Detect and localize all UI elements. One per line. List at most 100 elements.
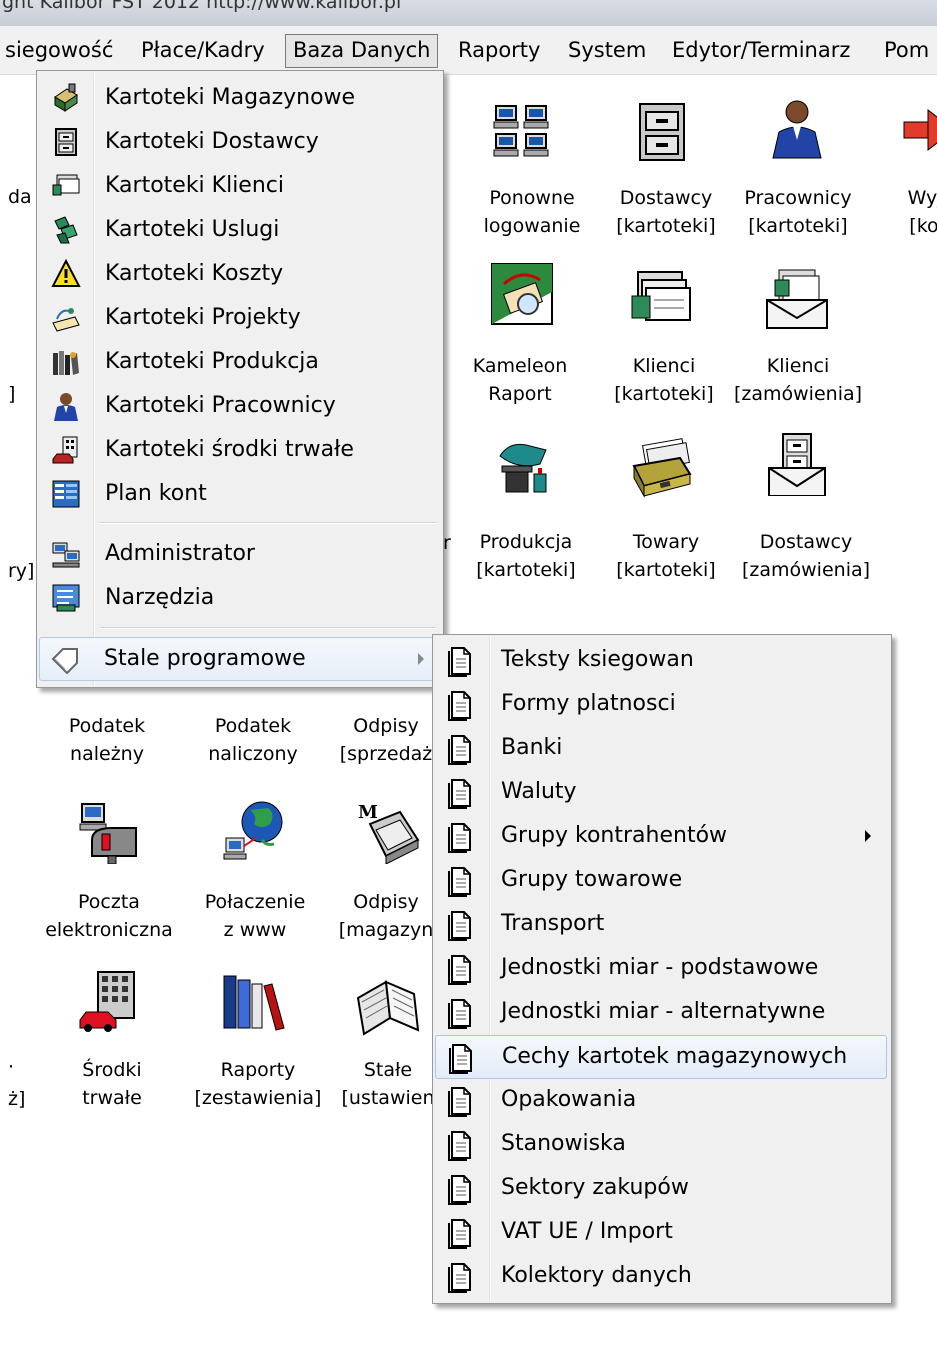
icon-label[interactable]: Produkcja [kartoteki] bbox=[476, 528, 575, 584]
mail-icon[interactable] bbox=[78, 800, 142, 864]
menu-item-plan-kont[interactable]: Plan kont bbox=[39, 473, 441, 515]
submenu-item[interactable]: Grupy towarowe bbox=[435, 859, 887, 901]
submenu-item[interactable]: Jednostki miar - alternatywne bbox=[435, 991, 887, 1033]
submenu-item-label: Waluty bbox=[501, 779, 577, 804]
menu-item-label: Kartoteki Magazynowe bbox=[105, 85, 356, 110]
open-book-icon[interactable] bbox=[356, 974, 420, 1038]
icon-label[interactable]: Dostawcy [zamówienia] bbox=[742, 528, 870, 584]
submenu-item-label: Kolektory danych bbox=[501, 1263, 692, 1288]
menu-item-label: Kartoteki Koszty bbox=[105, 261, 284, 286]
icon-label[interactable]: Kameleon Raport bbox=[473, 352, 568, 408]
submenu-item[interactable]: Banki bbox=[435, 727, 887, 769]
menu-pomoc[interactable]: Pom bbox=[877, 34, 936, 66]
menu-item-kartoteki-srodki-trwale[interactable]: Kartoteki środki trwałe bbox=[39, 429, 441, 471]
submenu-item-label: Banki bbox=[501, 735, 563, 760]
menu-item-kartoteki-projekty[interactable]: Kartoteki Projekty bbox=[39, 297, 441, 339]
menu-baza-danych[interactable]: Baza Danych bbox=[285, 34, 439, 68]
icon-label[interactable]: Wyjś[kon bbox=[908, 184, 937, 240]
submenu-item-label: Stanowiska bbox=[501, 1131, 626, 1156]
baza-danych-menu: Kartoteki Magazynowe Kartoteki Dostawcy … bbox=[36, 70, 444, 688]
menu-item-kartoteki-koszty[interactable]: Kartoteki Koszty bbox=[39, 253, 441, 295]
submenu-item[interactable]: Transport bbox=[435, 903, 887, 945]
card-files-icon[interactable] bbox=[630, 266, 694, 330]
menu-item-stale-programowe[interactable]: Stale programowe bbox=[39, 637, 441, 681]
envelope-files-icon[interactable] bbox=[765, 266, 829, 330]
submenu-item[interactable]: Grupy kontrahentów bbox=[435, 815, 887, 857]
icon-label[interactable]: Podatek naliczony bbox=[208, 712, 298, 768]
tools-icon bbox=[52, 584, 80, 612]
menu-item-administrator[interactable]: Administrator bbox=[39, 533, 441, 575]
document-icon bbox=[448, 955, 471, 985]
worker-icon bbox=[54, 393, 78, 421]
submenu-item[interactable]: Opakowania bbox=[435, 1079, 887, 1121]
submenu-item[interactable]: Waluty bbox=[435, 771, 887, 813]
submenu-item-label: Formy platnosci bbox=[501, 691, 676, 716]
icon-label[interactable]: Odpisy [sprzedaż bbox=[340, 712, 433, 768]
card-files-icon bbox=[52, 174, 80, 196]
factory-icon[interactable] bbox=[490, 436, 554, 500]
menu-item-kartoteki-klienci[interactable]: Kartoteki Klienci bbox=[39, 165, 441, 207]
globe-icon[interactable] bbox=[222, 800, 286, 864]
icon-label[interactable]: Połaczenie z www bbox=[205, 888, 306, 944]
icon-label[interactable]: Raporty [zestawienia] bbox=[195, 1056, 322, 1112]
report-icon[interactable] bbox=[490, 262, 554, 326]
icon-label[interactable]: Towary [kartoteki] bbox=[616, 528, 715, 584]
worker-icon[interactable] bbox=[765, 96, 829, 160]
menu-item-narzedzia[interactable]: Narzędzia bbox=[39, 577, 441, 619]
icon-label[interactable]: Poczta elektroniczna bbox=[45, 888, 173, 944]
document-icon bbox=[448, 999, 471, 1029]
submenu-item[interactable]: VAT UE / Import bbox=[435, 1211, 887, 1253]
card-box-icon[interactable] bbox=[630, 436, 694, 500]
icon-label[interactable]: Ponowne logowanie bbox=[484, 184, 581, 240]
menu-item-label: Kartoteki Dostawcy bbox=[105, 129, 319, 154]
books-icon[interactable] bbox=[222, 970, 286, 1034]
fragment-text: · bbox=[8, 1056, 15, 1078]
building-car-icon[interactable] bbox=[78, 970, 142, 1034]
document-icon bbox=[448, 1131, 471, 1161]
menu-item-kartoteki-produkcja[interactable]: Kartoteki Produkcja bbox=[39, 341, 441, 383]
submenu-item-label: Transport bbox=[501, 911, 605, 936]
icon-label[interactable]: Podatek należny bbox=[69, 712, 145, 768]
svg-text:M: M bbox=[358, 802, 378, 823]
menu-item-kartoteki-pracownicy[interactable]: Kartoteki Pracownicy bbox=[39, 385, 441, 427]
warehouse-icon bbox=[54, 83, 78, 112]
exit-icon[interactable] bbox=[898, 100, 937, 164]
menu-edytor-terminarz[interactable]: Edytor/Terminarz bbox=[665, 34, 857, 66]
menu-system[interactable]: System bbox=[561, 34, 653, 66]
submenu-item[interactable]: Jednostki miar - podstawowe bbox=[435, 947, 887, 989]
icon-label[interactable]: Odpisy [magazyn bbox=[339, 888, 434, 944]
menu-item-label: Kartoteki Klienci bbox=[105, 173, 284, 198]
menu-item-kartoteki-magazynowe[interactable]: Kartoteki Magazynowe bbox=[39, 77, 441, 119]
icon-label[interactable]: Środki trwałe bbox=[82, 1056, 142, 1112]
icon-label[interactable]: Dostawcy [kartoteki] bbox=[616, 184, 715, 240]
icon-label[interactable]: Stałe [ustawien bbox=[342, 1056, 435, 1112]
submenu-arrow-icon bbox=[865, 830, 871, 842]
submenu-item-label: Cechy kartotek magazynowych bbox=[502, 1044, 848, 1069]
submenu-item[interactable]: Kolektory danych bbox=[435, 1255, 887, 1297]
menu-place-kadry[interactable]: Płace/Kadry bbox=[134, 34, 272, 66]
menu-item-label: Kartoteki Uslugi bbox=[105, 217, 280, 242]
submenu-item[interactable]: Cechy kartotek magazynowych bbox=[435, 1035, 887, 1079]
printer-icon[interactable]: M bbox=[356, 800, 420, 864]
cabinet-icon[interactable] bbox=[630, 100, 694, 164]
menu-bar: siegowość Płace/Kadry Baza Danych Raport… bbox=[0, 26, 937, 75]
menu-ksiegowosc[interactable]: siegowość bbox=[0, 34, 120, 66]
submenu-item-label: Grupy kontrahentów bbox=[501, 823, 728, 848]
menu-separator bbox=[99, 627, 437, 629]
document-icon bbox=[448, 1263, 471, 1293]
menu-raporty[interactable]: Raporty bbox=[451, 34, 547, 66]
submenu-item[interactable]: Stanowiska bbox=[435, 1123, 887, 1165]
submenu-item[interactable]: Formy platnosci bbox=[435, 683, 887, 725]
submenu-item[interactable]: Sektory zakupów bbox=[435, 1167, 887, 1209]
menu-item-kartoteki-dostawcy[interactable]: Kartoteki Dostawcy bbox=[39, 121, 441, 163]
menu-separator bbox=[99, 522, 437, 524]
computers-icon[interactable] bbox=[490, 100, 554, 164]
menu-item-kartoteki-uslugi[interactable]: Kartoteki Uslugi bbox=[39, 209, 441, 251]
submenu-item[interactable]: Teksty ksiegowan bbox=[435, 639, 887, 681]
envelope-cabinet-icon[interactable] bbox=[765, 432, 829, 496]
document-icon bbox=[448, 691, 471, 721]
icon-label[interactable]: Klienci [zamówienia] bbox=[734, 352, 862, 408]
icon-label[interactable]: Pracownicy [kartoteki] bbox=[744, 184, 851, 240]
icon-label[interactable]: Klienci [kartoteki] bbox=[614, 352, 713, 408]
menu-item-label: Kartoteki środki trwałe bbox=[105, 437, 354, 462]
